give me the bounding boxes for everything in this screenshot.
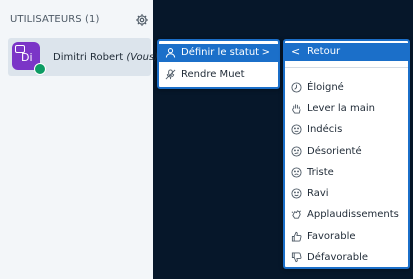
thumbs-down-icon <box>291 252 302 263</box>
chevron-left-icon: < <box>291 45 301 58</box>
status-submenu: < Retour Éloigné Lever la main Indécis D… <box>283 39 410 269</box>
menu-item-mute[interactable]: Rendre Muet <box>159 66 278 84</box>
status-away[interactable]: Éloigné <box>285 79 408 97</box>
status-confused[interactable]: Désorienté <box>285 143 408 161</box>
menu-item-label: Rendre Muet <box>181 69 245 80</box>
menu-item-label: Applaudissements <box>307 209 399 220</box>
status-badge <box>34 63 46 75</box>
users-sidebar: UTILISATEURS (1) Di Dimitri Robert (Vous… <box>0 0 158 279</box>
thumbs-up-icon <box>291 231 302 242</box>
happy-face-icon <box>291 188 302 199</box>
menu-item-label: Indécis <box>307 124 343 135</box>
menu-item-label: Défavorable <box>307 252 369 263</box>
user-context-menu: Définir le statut > Rendre Muet <box>157 39 280 89</box>
menu-item-label: Triste <box>307 167 334 178</box>
status-happy[interactable]: Ravi <box>285 185 408 203</box>
menu-item-label: Favorable <box>307 231 356 242</box>
sad-face-icon <box>291 167 302 178</box>
gear-icon[interactable] <box>135 13 149 27</box>
menu-item-label: Lever la main <box>307 103 375 114</box>
menu-item-back[interactable]: < Retour <box>285 43 408 61</box>
microphone-muted-icon <box>165 69 176 80</box>
avatar: Di <box>12 42 46 75</box>
clock-icon <box>291 82 302 93</box>
status-favorable[interactable]: Favorable <box>285 228 408 246</box>
status-sad[interactable]: Triste <box>285 164 408 182</box>
menu-item-set-status[interactable]: Définir le statut > <box>159 44 278 62</box>
user-suffix: (Vous) <box>126 52 159 63</box>
menu-item-label: Ravi <box>307 188 329 199</box>
menu-item-label: Définir le statut <box>181 47 260 58</box>
neutral-face-icon <box>291 124 302 135</box>
menu-item-label: Éloigné <box>307 82 344 93</box>
person-icon <box>165 48 176 58</box>
applause-icon <box>291 210 301 219</box>
status-applause[interactable]: Applaudissements <box>285 206 408 224</box>
divider <box>285 67 408 68</box>
chevron-right-icon: > <box>261 47 270 58</box>
raise-hand-icon <box>292 104 301 114</box>
avatar-initials: Di <box>21 51 33 64</box>
status-unfavorable[interactable]: Défavorable <box>285 249 408 267</box>
menu-item-label: Désorienté <box>307 146 362 157</box>
confused-face-icon <box>291 146 302 157</box>
status-raise-hand[interactable]: Lever la main <box>285 100 408 118</box>
user-name: Dimitri Robert (Vous) <box>53 52 158 63</box>
user-name-text: Dimitri Robert <box>53 52 124 63</box>
menu-item-label: Retour <box>307 46 341 57</box>
status-undecided[interactable]: Indécis <box>285 121 408 139</box>
users-title: UTILISATEURS (1) <box>10 14 100 25</box>
